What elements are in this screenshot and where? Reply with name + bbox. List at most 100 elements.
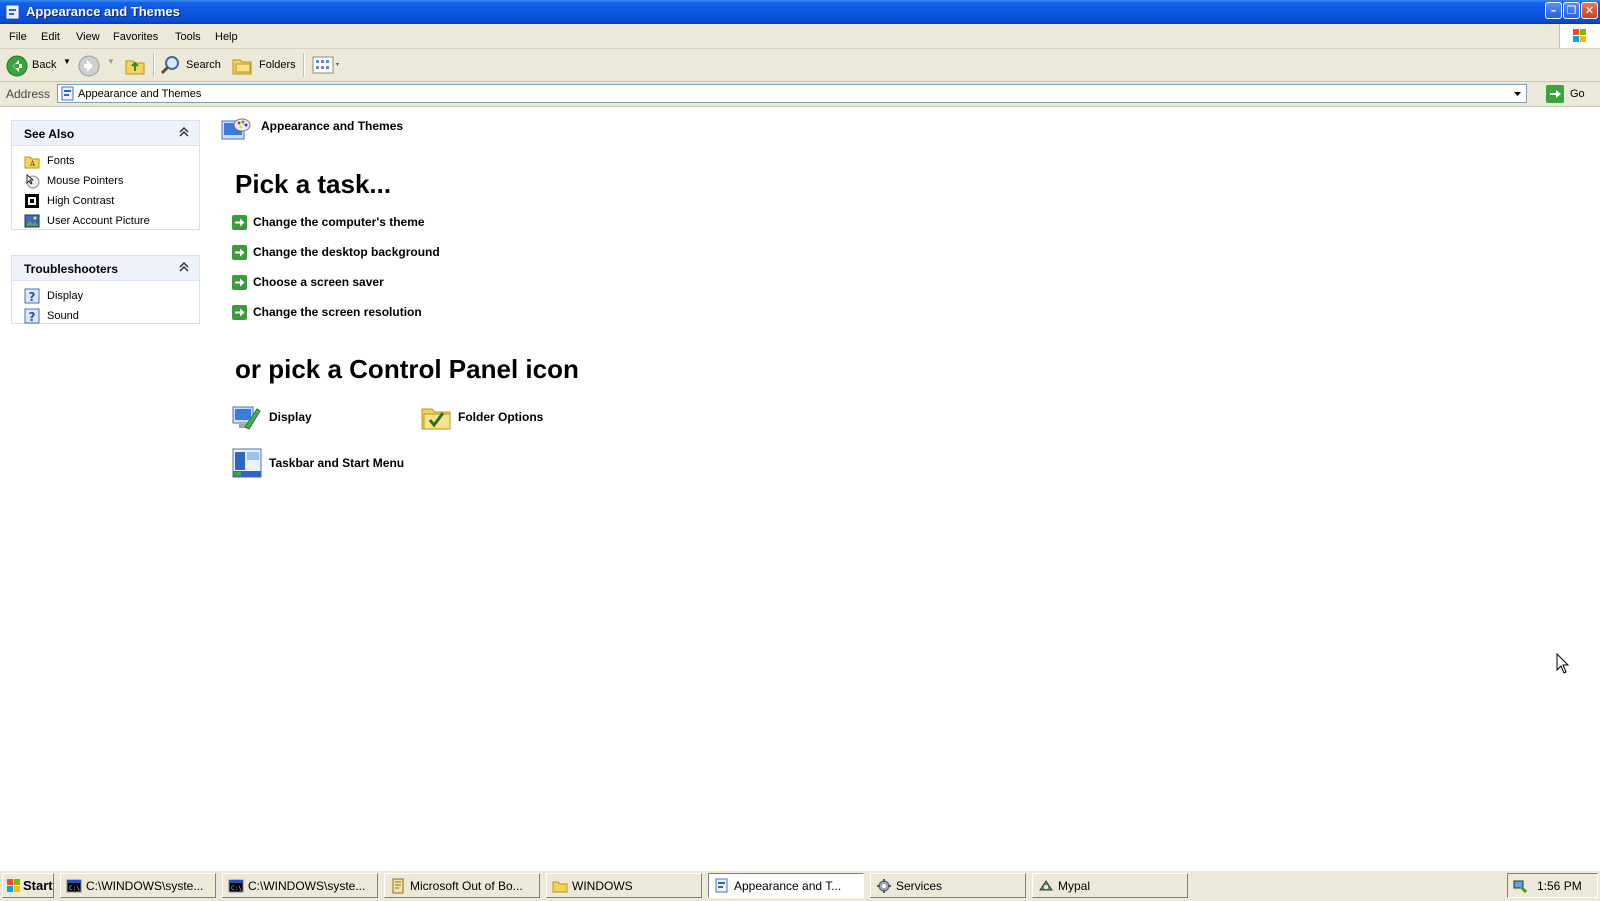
control-panel-icon	[6, 5, 19, 19]
chevron-down-icon	[1514, 92, 1521, 96]
go-arrow-icon	[1546, 85, 1564, 103]
toolbar: Back ▼ ▼ Search Folders	[0, 49, 1600, 82]
fonts-folder-icon: A	[24, 156, 40, 169]
setup-wizard-icon	[392, 878, 404, 894]
search-button[interactable]: Search	[186, 59, 221, 71]
clock[interactable]: 1:56 PM	[1537, 879, 1582, 893]
search-icon[interactable]	[160, 54, 182, 76]
folder-icon	[552, 881, 568, 893]
svg-text:C:\: C:\	[231, 885, 242, 892]
taskbar-button-mypal[interactable]: Mypal	[1032, 873, 1188, 898]
taskbar-button-label: C:\WINDOWS\syste...	[248, 879, 366, 893]
close-button[interactable]: ✕	[1581, 2, 1598, 19]
start-label: Start	[23, 878, 53, 893]
taskbar-button-cmd-2[interactable]: C:\ C:\WINDOWS\syste...	[222, 873, 378, 898]
menu-view[interactable]: View	[76, 31, 100, 43]
appearance-themes-icon	[221, 118, 251, 140]
collapse-chevron-icon[interactable]	[177, 125, 191, 139]
sidebar-item-label: Mouse Pointers	[47, 175, 124, 187]
see-also-header[interactable]: See Also	[12, 121, 199, 146]
taskbar-icon	[232, 448, 262, 478]
sidebar-item-label: Display	[47, 290, 84, 302]
collapse-chevron-icon[interactable]	[177, 260, 191, 274]
sidebar-item-mouse-pointers[interactable]: Mouse Pointers	[12, 171, 199, 191]
command-prompt-icon: C:\	[66, 879, 82, 893]
svg-text:?: ?	[29, 310, 36, 324]
help-icon: ?	[24, 308, 40, 324]
sidebar-item-high-contrast[interactable]: High Contrast	[12, 191, 199, 211]
window-title: Appearance and Themes	[26, 4, 180, 19]
menu-tools[interactable]: Tools	[175, 31, 201, 43]
close-icon: ✕	[1584, 4, 1595, 17]
views-icon[interactable]	[312, 56, 342, 74]
troubleshooters-header[interactable]: Troubleshooters	[12, 256, 199, 281]
network-icon[interactable]	[1512, 878, 1528, 894]
title-bar: Appearance and Themes – ❐ ✕	[0, 0, 1600, 24]
restore-icon: ❐	[1566, 4, 1577, 17]
gear-icon	[877, 879, 891, 893]
task-label: Change the screen resolution	[253, 305, 422, 319]
forward-dropdown-icon[interactable]: ▼	[107, 57, 115, 66]
back-button[interactable]: Back	[32, 59, 56, 71]
high-contrast-icon	[25, 194, 39, 208]
back-dropdown-icon[interactable]: ▼	[63, 57, 71, 66]
minimize-button[interactable]: –	[1545, 2, 1562, 19]
control-panel-icon-label: Folder Options	[458, 410, 544, 424]
address-bar: Address Appearance and Themes Go	[0, 82, 1600, 107]
see-also-panel: See Also A Fonts Mouse Pointers High Con…	[11, 120, 200, 230]
sidebar-item-sound-troubleshooter[interactable]: ? Sound	[12, 306, 199, 326]
address-dropdown-button[interactable]	[1509, 85, 1526, 102]
svg-text:A: A	[29, 160, 36, 168]
see-also-title: See Also	[24, 127, 75, 141]
sidebar-item-label: User Account Picture	[47, 215, 150, 227]
menu-bar: File Edit View Favorites Tools Help	[0, 24, 1600, 49]
user-picture-icon	[24, 214, 40, 228]
control-panel-icon	[715, 878, 728, 893]
task-arrow-icon	[232, 305, 247, 320]
address-value: Appearance and Themes	[78, 88, 202, 100]
address-label: Address	[6, 87, 51, 101]
taskbar-button-oobe[interactable]: Microsoft Out of Bo...	[384, 873, 540, 898]
sidebar-item-fonts[interactable]: A Fonts	[12, 151, 199, 171]
menu-help[interactable]: Help	[215, 31, 238, 43]
address-field[interactable]: Appearance and Themes	[57, 84, 1527, 103]
taskbar-button-label: Appearance and T...	[734, 879, 842, 893]
mouse-pointers-icon	[26, 174, 40, 189]
sidebar-item-label: Fonts	[47, 155, 75, 167]
icon-heading: or pick a Control Panel icon	[235, 354, 579, 384]
svg-text:?: ?	[29, 290, 36, 304]
toolbar-separator	[153, 53, 155, 77]
menu-file[interactable]: File	[9, 31, 27, 43]
menu-favorites[interactable]: Favorites	[113, 31, 158, 43]
content-area: See Also A Fonts Mouse Pointers High Con…	[0, 107, 1600, 870]
sidebar-item-user-account-picture[interactable]: User Account Picture	[12, 211, 199, 231]
taskbar-button-appearance-themes[interactable]: Appearance and T...	[708, 873, 864, 898]
forward-arrow-icon[interactable]	[78, 55, 100, 77]
restore-button[interactable]: ❐	[1563, 2, 1580, 19]
taskbar-button-services[interactable]: Services	[870, 873, 1026, 898]
control-panel-icon	[61, 86, 74, 101]
up-folder-icon[interactable]	[124, 54, 146, 76]
mouse-cursor-icon	[1556, 653, 1570, 674]
go-button[interactable]: Go	[1546, 85, 1594, 103]
troubleshooters-panel: Troubleshooters ? Display ? Sound	[11, 255, 200, 324]
taskbar-button-cmd-1[interactable]: C:\ C:\WINDOWS\syste...	[60, 873, 216, 898]
taskbar: Start C:\ C:\WINDOWS\syste... C:\ C:\WIN…	[0, 870, 1600, 901]
sidebar-item-label: Sound	[47, 310, 79, 322]
troubleshooters-title: Troubleshooters	[24, 262, 119, 276]
sidebar-item-label: High Contrast	[47, 195, 115, 207]
folder-options-icon	[421, 408, 451, 430]
folders-icon[interactable]	[231, 54, 253, 76]
windows-flag-icon	[7, 879, 20, 892]
taskbar-button-label: Mypal	[1058, 879, 1091, 893]
back-arrow-icon[interactable]	[6, 55, 28, 77]
sidebar-item-display-troubleshooter[interactable]: ? Display	[12, 286, 199, 306]
menu-edit[interactable]: Edit	[41, 31, 60, 43]
taskbar-button-windows-folder[interactable]: WINDOWS	[546, 873, 702, 898]
task-arrow-icon	[232, 245, 247, 260]
start-button[interactable]: Start	[2, 873, 54, 898]
system-tray: 1:56 PM	[1507, 873, 1598, 898]
folders-button[interactable]: Folders	[259, 59, 296, 71]
control-panel-icon-label: Display	[269, 410, 312, 424]
control-panel-icon-label: Taskbar and Start Menu	[269, 456, 405, 470]
